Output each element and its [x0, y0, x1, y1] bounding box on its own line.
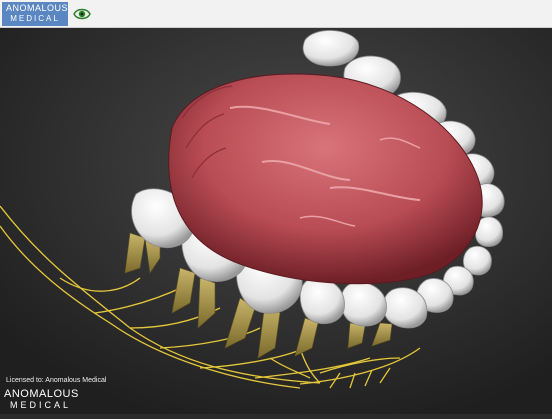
logo-text-top: ANOMALOUS: [6, 3, 69, 13]
license-text: Licensed to: Anomalous Medical: [6, 377, 107, 384]
brand-text-bottom: MEDICAL: [10, 400, 72, 410]
toolbar: ANOMALOUS MEDICAL: [0, 0, 552, 28]
eye-icon[interactable]: [72, 4, 92, 24]
app-logo: ANOMALOUS MEDICAL: [2, 2, 68, 26]
brand-watermark: ANOMALOUS MEDICAL: [4, 388, 84, 412]
brand-text-top: ANOMALOUS: [4, 388, 79, 400]
3d-viewport[interactable]: [0, 28, 552, 414]
logo-text-bottom: MEDICAL: [10, 14, 60, 23]
